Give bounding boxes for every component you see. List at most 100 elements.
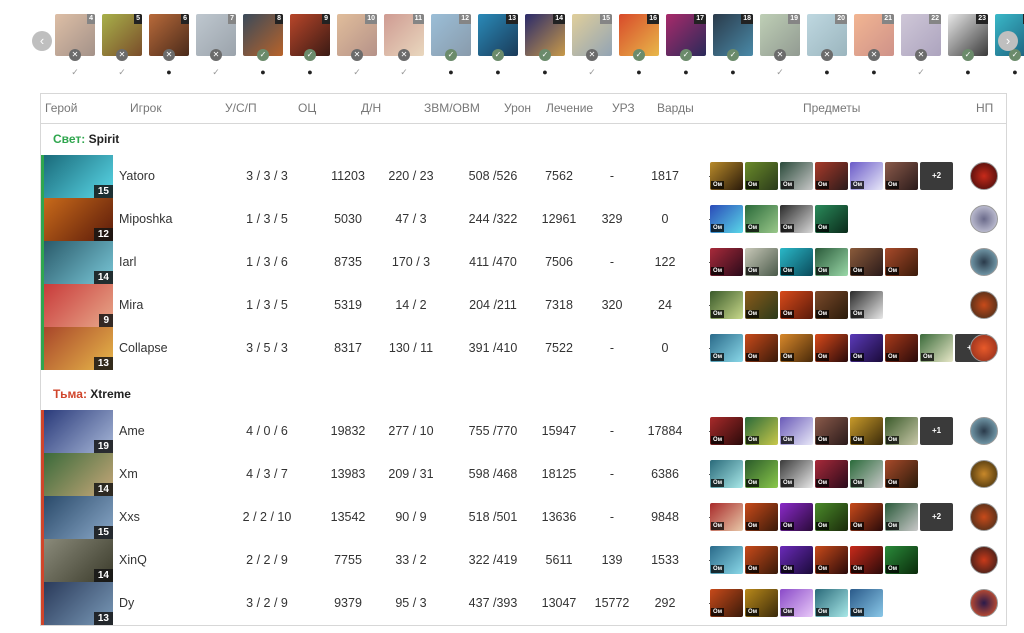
item-icon[interactable]: Ом: [745, 589, 778, 617]
draft-pick[interactable]: 15 ✕ ✓: [572, 14, 612, 77]
item-icon[interactable]: Ом: [815, 162, 848, 190]
item-icon[interactable]: Ом: [780, 589, 813, 617]
item-icon[interactable]: Ом: [710, 503, 743, 531]
player-row[interactable]: 13 Collapse 3 / 5 / 3 8317 130 / 11 391 /410 7…: [41, 327, 1006, 370]
item-icon[interactable]: Ом: [780, 248, 813, 276]
item-icon[interactable]: Ом: [850, 162, 883, 190]
item-icon[interactable]: Ом: [710, 589, 743, 617]
item-icon[interactable]: Ом: [885, 248, 918, 276]
item-icon[interactable]: Ом: [885, 460, 918, 488]
hero-cell[interactable]: 15: [41, 496, 113, 539]
item-icon[interactable]: Ом: [850, 546, 883, 574]
item-icon[interactable]: Ом: [745, 417, 778, 445]
header-kda[interactable]: У/С/П: [225, 101, 257, 115]
player-row[interactable]: 14 Xm 4 / 3 / 7 13983 209 / 31 598 /468 18125 -…: [41, 453, 1006, 496]
scroll-right-button[interactable]: ›: [998, 31, 1018, 51]
more-items-badge[interactable]: +1: [920, 417, 953, 445]
item-icon[interactable]: Ом: [885, 334, 918, 362]
item-icon[interactable]: Ом: [885, 162, 918, 190]
draft-pick[interactable]: 18 ✓ ●: [713, 14, 753, 77]
header-building-damage[interactable]: УРЗ: [612, 101, 635, 115]
item-icon[interactable]: Ом: [815, 205, 848, 233]
draft-pick[interactable]: 21 ✕ ●: [854, 14, 894, 77]
player-name[interactable]: Yatoro: [119, 169, 155, 183]
header-hero[interactable]: Герой: [45, 101, 77, 115]
draft-pick[interactable]: 23 ✓ ●: [948, 14, 988, 77]
draft-pick[interactable]: 16 ✓ ●: [619, 14, 659, 77]
header-player[interactable]: Игрок: [130, 101, 162, 115]
header-last-hits[interactable]: Д/Н: [361, 101, 381, 115]
neutral-item-icon[interactable]: [970, 334, 998, 362]
item-icon[interactable]: Ом: [745, 334, 778, 362]
header-damage[interactable]: Урон: [504, 101, 531, 115]
player-row[interactable]: 9 Mira 1 / 3 / 5 5319 14 / 2 204 /211 7318 320 2…: [41, 284, 1006, 327]
item-icon[interactable]: Ом: [815, 334, 848, 362]
more-items-badge[interactable]: +2: [920, 503, 953, 531]
player-name[interactable]: Dy: [119, 596, 134, 610]
item-icon[interactable]: Ом: [815, 589, 848, 617]
neutral-item-icon[interactable]: [970, 503, 998, 531]
player-row[interactable]: 14 XinQ 2 / 2 / 9 7755 33 / 2 322 /419 5611 139…: [41, 539, 1006, 582]
hero-cell[interactable]: 9: [41, 284, 113, 327]
player-row[interactable]: 15 Xxs 2 / 2 / 10 13542 90 / 9 518 /501 13636 -…: [41, 496, 1006, 539]
item-icon[interactable]: Ом: [780, 417, 813, 445]
item-icon[interactable]: Ом: [885, 546, 918, 574]
item-icon[interactable]: Ом: [780, 460, 813, 488]
item-icon[interactable]: Ом: [815, 503, 848, 531]
item-icon[interactable]: Ом: [815, 248, 848, 276]
item-icon[interactable]: Ом: [815, 460, 848, 488]
draft-pick[interactable]: 22 ✕ ✓: [901, 14, 941, 77]
item-icon[interactable]: Ом: [710, 291, 743, 319]
scroll-left-button[interactable]: ‹: [32, 31, 52, 51]
hero-cell[interactable]: 14: [41, 241, 113, 284]
player-name[interactable]: Collapse: [119, 341, 168, 355]
item-icon[interactable]: Ом: [920, 334, 953, 362]
item-icon[interactable]: Ом: [815, 291, 848, 319]
player-name[interactable]: Xm: [119, 467, 138, 481]
draft-pick[interactable]: 4 ✕ ✓: [55, 14, 95, 77]
item-icon[interactable]: Ом: [815, 417, 848, 445]
neutral-item-icon[interactable]: [970, 205, 998, 233]
header-net-worth[interactable]: ОЦ: [298, 101, 316, 115]
header-healing[interactable]: Лечение: [546, 101, 593, 115]
player-name[interactable]: Ame: [119, 424, 145, 438]
hero-cell[interactable]: 19: [41, 410, 113, 453]
hero-cell[interactable]: 12: [41, 198, 113, 241]
item-icon[interactable]: Ом: [745, 503, 778, 531]
item-icon[interactable]: Ом: [850, 589, 883, 617]
draft-pick[interactable]: 13 ✓ ●: [478, 14, 518, 77]
item-icon[interactable]: Ом: [745, 291, 778, 319]
draft-pick[interactable]: 6 ✕ ●: [149, 14, 189, 77]
neutral-item-icon[interactable]: [970, 417, 998, 445]
draft-pick[interactable]: 14 ✓ ●: [525, 14, 565, 77]
item-icon[interactable]: Ом: [710, 205, 743, 233]
neutral-item-icon[interactable]: [970, 162, 998, 190]
draft-pick[interactable]: 9 ✓ ●: [290, 14, 330, 77]
neutral-item-icon[interactable]: [970, 460, 998, 488]
item-icon[interactable]: Ом: [710, 546, 743, 574]
item-icon[interactable]: Ом: [885, 417, 918, 445]
item-icon[interactable]: Ом: [745, 546, 778, 574]
draft-pick[interactable]: 10 ✕ ✓: [337, 14, 377, 77]
more-items-badge[interactable]: +2: [920, 162, 953, 190]
player-name[interactable]: Miposhka: [119, 212, 173, 226]
item-icon[interactable]: Ом: [850, 248, 883, 276]
neutral-item-icon[interactable]: [970, 589, 998, 617]
item-icon[interactable]: Ом: [710, 460, 743, 488]
item-icon[interactable]: Ом: [745, 162, 778, 190]
player-row[interactable]: 15 Yatoro 3 / 3 / 3 11203 220 / 23 508 /526 75…: [41, 155, 1006, 198]
item-icon[interactable]: Ом: [710, 334, 743, 362]
item-icon[interactable]: Ом: [710, 162, 743, 190]
draft-pick[interactable]: 8 ✓ ●: [243, 14, 283, 77]
item-icon[interactable]: Ом: [710, 417, 743, 445]
player-row[interactable]: 19 Ame 4 / 0 / 6 19832 277 / 10 755 /770 15947…: [41, 410, 1006, 453]
draft-pick[interactable]: 19 ✕ ✓: [760, 14, 800, 77]
player-row[interactable]: 12 Miposhka 1 / 3 / 5 5030 47 / 3 244 /322 129…: [41, 198, 1006, 241]
player-name[interactable]: XinQ: [119, 553, 147, 567]
draft-pick[interactable]: 7 ✕ ✓: [196, 14, 236, 77]
item-icon[interactable]: Ом: [745, 205, 778, 233]
header-wards[interactable]: Варды: [657, 101, 694, 115]
item-icon[interactable]: Ом: [850, 417, 883, 445]
header-gpm-xpm[interactable]: ЗВМ/ОВМ: [424, 101, 480, 115]
item-icon[interactable]: Ом: [710, 248, 743, 276]
